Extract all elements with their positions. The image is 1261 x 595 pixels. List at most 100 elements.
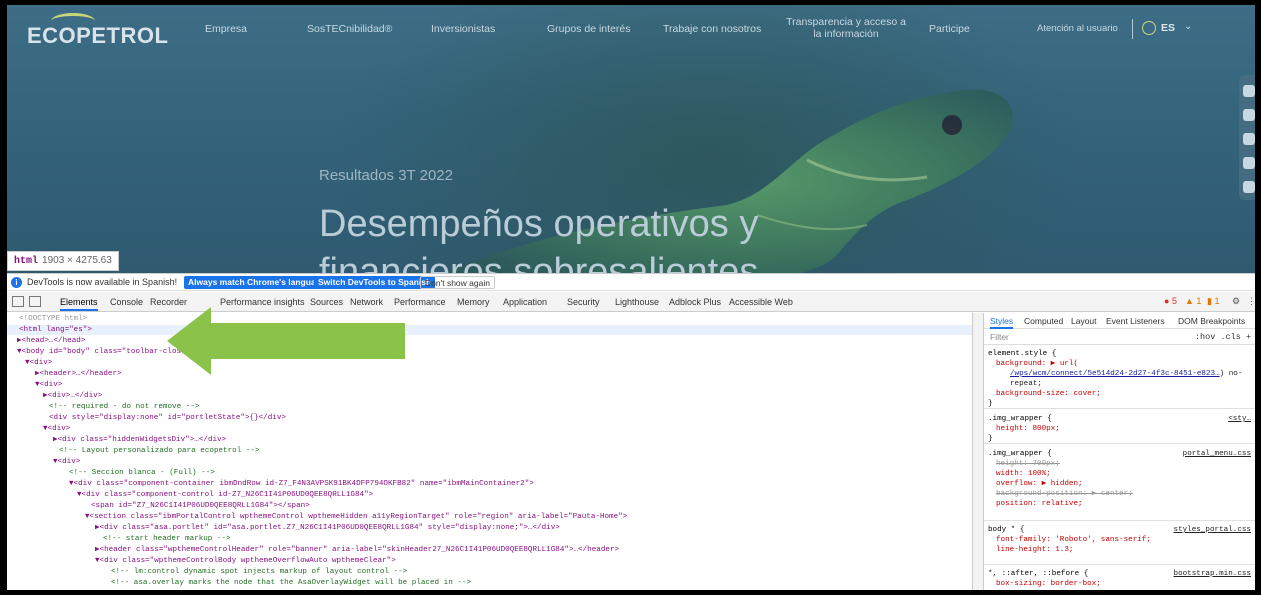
dom-line[interactable]: <span id="Z7_N26C1I41P06UD0QEE8QRLL1G84"… xyxy=(91,501,310,511)
dom-line-doctype[interactable]: <!DOCTYPE html> xyxy=(19,314,87,324)
ecopetrol-logo[interactable]: ECOPETROL xyxy=(27,23,168,49)
dom-line-html-selected[interactable]: <html lang="es"> xyxy=(7,325,972,336)
tab-layout[interactable]: Layout xyxy=(1071,316,1097,326)
dom-line[interactable]: ▼<div> xyxy=(35,380,62,390)
style-rule-img-wrapper-menu[interactable]: .img_wrapper { portal_menu.css height: 7… xyxy=(984,447,1255,521)
sign-language-icon[interactable] xyxy=(1243,181,1255,193)
rule-property[interactable]: overflow: ▶ hidden; xyxy=(996,480,1083,488)
tab-sources[interactable]: Sources xyxy=(310,297,343,307)
rule-source[interactable]: styles_portal.css xyxy=(1174,525,1251,535)
warning-count-badge[interactable]: ▲ 1 xyxy=(1185,296,1201,306)
nav-item-atencion[interactable]: Atención al usuario xyxy=(1037,23,1118,43)
rule-property[interactable]: line-height: 1.3; xyxy=(996,546,1073,554)
rule-source[interactable]: bootstrap.min.css xyxy=(1174,569,1251,579)
rule-property[interactable]: box-sizing: border-box; xyxy=(996,580,1101,588)
rule-source[interactable]: <sty… xyxy=(1228,414,1251,424)
nav-item-transparencia[interactable]: Transparencia y acceso a la información xyxy=(781,16,911,40)
rule-selector: element.style { xyxy=(988,350,1057,358)
dom-line[interactable]: ▼<section class="ibmPortalControl wpthem… xyxy=(85,512,627,522)
nav-item-grupos[interactable]: Grupos de interés xyxy=(547,23,630,43)
dom-line[interactable]: ▼<div> xyxy=(43,424,70,434)
green-arrow-annotation xyxy=(167,307,405,375)
nav-item-sostecnibilidad[interactable]: SosTECnibilidad® xyxy=(307,23,392,43)
tab-accessible-web[interactable]: Accessible Web xyxy=(729,297,793,307)
issues-count-badge[interactable]: ▮ 1 xyxy=(1207,296,1219,307)
globe-icon[interactable] xyxy=(1142,21,1156,35)
dom-line-head[interactable]: ▶<head>…</head> xyxy=(17,336,85,346)
tab-recorder[interactable]: Recorder xyxy=(150,297,187,307)
style-rule-img-wrapper[interactable]: .img_wrapper { <sty… height: 800px; } xyxy=(984,412,1255,444)
dom-line[interactable]: ▼<div> xyxy=(53,457,80,467)
switch-spanish-button[interactable]: Switch DevTools to Spanish xyxy=(314,276,436,289)
dom-line[interactable]: ▼<div class="wpthemeControlBody wpthemeO… xyxy=(95,556,396,566)
rule-property-overridden[interactable]: height: 700px; xyxy=(996,460,1060,468)
tab-styles[interactable]: Styles xyxy=(990,316,1014,329)
match-language-button[interactable]: Always match Chrome's language xyxy=(184,276,330,289)
rule-url-link[interactable]: /wps/wcm/connect/5e514d24-2d27-4f3c-8451… xyxy=(1010,370,1220,378)
dom-comment[interactable]: <!-- start header markup --> xyxy=(103,534,231,544)
filter-tools[interactable]: :hov .cls + xyxy=(1195,332,1251,342)
tab-network[interactable]: Network xyxy=(350,297,383,307)
dom-comment[interactable]: <!-- lm:control dynamic spot injects mar… xyxy=(111,567,407,577)
dom-line[interactable]: ▶<div class="asa.portlet" id="asa.portle… xyxy=(95,523,560,533)
issues-count: 1 xyxy=(1214,296,1220,306)
dom-line[interactable]: ▼<div class="component-container ibmDndR… xyxy=(69,479,534,489)
error-count-badge[interactable]: ● 5 xyxy=(1164,296,1177,306)
tab-security[interactable]: Security xyxy=(567,297,600,307)
infobar-text: DevTools is now available in Spanish! xyxy=(27,277,178,287)
font-increase-icon[interactable] xyxy=(1243,133,1255,145)
nav-item-trabaje[interactable]: Trabaje con nosotros xyxy=(663,23,761,43)
dom-comment[interactable]: <!-- Layout personalizado para ecopetrol… xyxy=(59,446,260,456)
tab-computed[interactable]: Computed xyxy=(1024,316,1063,326)
dom-comment[interactable]: <!-- Seccion blanca - (Full) --> xyxy=(69,468,215,478)
dom-comment[interactable]: <!-- asa.overlay marks the node that the… xyxy=(111,578,471,588)
styles-filter[interactable]: Filter :hov .cls + xyxy=(984,330,1255,345)
device-toolbar-icon[interactable] xyxy=(29,296,41,307)
language-selector[interactable]: ES xyxy=(1161,22,1175,34)
dom-line[interactable]: ▶<div class="hiddenWidgetsDiv">…</div> xyxy=(53,435,226,445)
tab-performance[interactable]: Performance xyxy=(394,297,446,307)
nav-item-inversionistas[interactable]: Inversionistas xyxy=(431,23,495,43)
nav-item-participe[interactable]: Participe xyxy=(929,23,970,43)
dom-comment[interactable]: <!-- required - do not remove --> xyxy=(49,402,199,412)
filter-input[interactable]: Filter xyxy=(990,332,1009,342)
gear-icon[interactable]: ⚙ xyxy=(1232,296,1240,307)
tab-console[interactable]: Console xyxy=(110,297,143,307)
rule-property[interactable]: background-size: cover; xyxy=(996,390,1101,398)
dom-line[interactable]: ▼<div class="component-control id-Z7_N26… xyxy=(77,490,373,500)
inspect-element-icon[interactable] xyxy=(12,296,24,307)
accessibility-icon[interactable] xyxy=(1243,85,1255,97)
tab-performance-insights[interactable]: Performance insights xyxy=(220,297,305,307)
dom-line[interactable]: ▶<header>…</header> xyxy=(35,369,122,379)
contrast-icon[interactable] xyxy=(1243,109,1255,121)
style-rule-element[interactable]: element.style { background: ▶ url( /wps/… xyxy=(984,347,1255,409)
rule-source[interactable]: portal_menu.css xyxy=(1183,449,1251,459)
elements-dom-tree[interactable]: <!DOCTYPE html> <html lang="es"> ▶<head>… xyxy=(7,313,972,590)
rule-property[interactable]: background: ▶ url( xyxy=(996,360,1078,368)
font-decrease-icon[interactable] xyxy=(1243,157,1255,169)
warning-count: 1 xyxy=(1196,296,1202,306)
rule-property[interactable]: width: 100%; xyxy=(996,470,1051,478)
dom-line[interactable]: <div style="display:none" id="portletSta… xyxy=(49,413,286,423)
tab-adblock-plus[interactable]: Adblock Plus xyxy=(669,297,721,307)
panel-splitter[interactable] xyxy=(972,313,984,590)
chevron-down-icon[interactable]: ⌄ xyxy=(1184,21,1192,32)
rule-property-overridden[interactable]: background-position: ▶ center; xyxy=(996,490,1133,498)
dom-line[interactable]: ▶<header class="wpthemeControlHeader" ro… xyxy=(95,545,619,555)
dom-line[interactable]: ▼<div> xyxy=(25,358,52,368)
tab-application[interactable]: Application xyxy=(503,297,547,307)
rule-property[interactable]: font-family: 'Roboto', sans-serif; xyxy=(996,536,1151,544)
nav-item-empresa[interactable]: Empresa xyxy=(205,23,247,43)
rule-property[interactable]: position: relative; xyxy=(996,500,1083,508)
tab-event-listeners[interactable]: Event Listeners xyxy=(1106,316,1165,326)
dont-show-again-button[interactable]: Don't show again xyxy=(420,276,495,289)
tab-dom-breakpoints[interactable]: DOM Breakpoints xyxy=(1178,316,1245,326)
more-options-icon[interactable]: ⋮ xyxy=(1247,296,1255,307)
rule-property[interactable]: height: 800px; xyxy=(996,425,1060,433)
tab-elements[interactable]: Elements xyxy=(60,297,98,311)
tab-lighthouse[interactable]: Lighthouse xyxy=(615,297,659,307)
style-rule-body[interactable]: body * { styles_portal.css font-family: … xyxy=(984,523,1255,565)
style-rule-universal[interactable]: *, ::after, ::before { bootstrap.min.css… xyxy=(984,567,1255,590)
dom-line[interactable]: ▶<div>…</div> xyxy=(43,391,102,401)
tab-memory[interactable]: Memory xyxy=(457,297,490,307)
